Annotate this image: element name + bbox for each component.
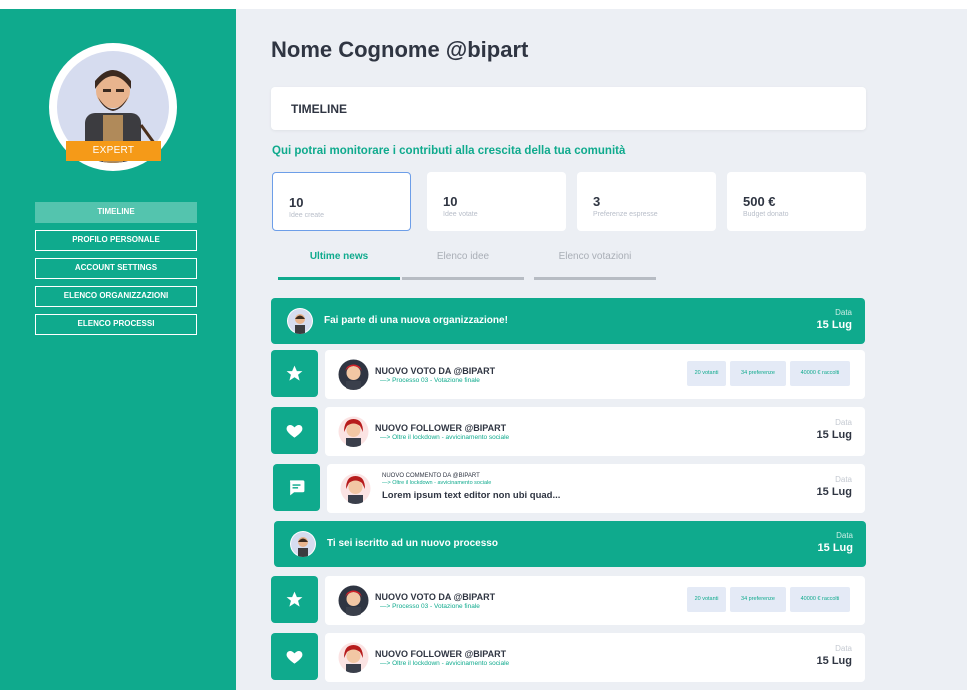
item-subtitle: —> Oltre il lockdown - avvicinamento soc…: [380, 434, 510, 441]
comment-body: Lorem ipsum text editor non ubi quad...: [382, 490, 561, 501]
date-label: Data: [836, 531, 853, 540]
avatar-icon: [290, 531, 316, 557]
stat-card-idee-votate[interactable]: 10 Idee votate: [427, 172, 566, 231]
tab-label: Elenco votazioni: [558, 251, 632, 262]
avatar-icon: [338, 416, 369, 447]
tab-underline: [534, 277, 656, 280]
tab-label: Elenco idee: [436, 251, 490, 262]
date-value: 15 Lug: [816, 319, 852, 331]
heart-icon: [286, 650, 303, 664]
stat-value: 3: [593, 194, 601, 209]
date-value: 15 Lug: [817, 542, 853, 554]
stat-card-preferenze-espresse[interactable]: 3 Preferenze espresse: [577, 172, 716, 231]
expert-badge: EXPERT: [66, 141, 161, 161]
item-title: NUOVO VOTO DA @BIPART: [375, 366, 496, 376]
sidebar-item-account-settings[interactable]: ACCOUNT SETTINGS: [35, 258, 197, 279]
item-title: NUOVO FOLLOWER @BIPART: [375, 649, 507, 659]
feed-item-comment[interactable]: NUOVO COMMENTO DA @BIPART —> Oltre il lo…: [327, 464, 865, 513]
feed-item-follower[interactable]: NUOVO FOLLOWER @BIPART —> Oltre il lockd…: [325, 407, 865, 456]
avatar-icon: [338, 359, 369, 390]
feed-item-vote[interactable]: NUOVO VOTO DA @BIPART —> Processo 03 - V…: [325, 576, 865, 625]
sidebar-item-elenco-organizzazioni[interactable]: ELENCO ORGANIZZAZIONI: [35, 286, 197, 307]
item-subtitle: —> Oltre il lockdown - avvicinamento soc…: [380, 660, 510, 667]
tab-elenco-votazioni[interactable]: Elenco votazioni: [534, 250, 656, 280]
tab-ultime-news[interactable]: Ultime news: [278, 250, 400, 280]
page-subtitle: Qui potrai monitorare i contributi alla …: [272, 145, 626, 157]
feed-banner-organizzazione[interactable]: Fai parte di una nuova organizzazione! D…: [271, 298, 865, 344]
stat-card-budget-donato[interactable]: 500 € Budget donato: [727, 172, 866, 231]
tab-underline: [278, 277, 400, 280]
avatar-icon: [340, 473, 371, 504]
timeline-header-label: TIMELINE: [291, 102, 347, 116]
chip-raccolti: 40000 € raccolti: [790, 587, 850, 612]
tab-elenco-idee[interactable]: Elenco idee: [402, 250, 524, 280]
star-icon-box: [271, 576, 318, 623]
stat-value: 10: [443, 194, 458, 209]
feed-banner-processo[interactable]: Ti sei iscritto ad un nuovo processo Dat…: [274, 521, 866, 567]
star-icon-box: [271, 350, 318, 397]
stat-value: 500 €: [743, 194, 776, 209]
stat-card-idee-create[interactable]: 10 Idee create: [272, 172, 411, 231]
avatar-icon: [338, 642, 369, 673]
sidebar-item-profilo-personale[interactable]: PROFILO PERSONALE: [35, 230, 197, 251]
timeline-header-card: TIMELINE: [271, 87, 866, 130]
item-title: NUOVO FOLLOWER @BIPART: [375, 423, 507, 433]
star-icon: [286, 365, 303, 381]
stat-label: Idee create: [289, 212, 325, 219]
star-icon: [286, 591, 303, 607]
date-value: 15 Lug: [816, 655, 852, 667]
chip-votanti: 20 votanti: [687, 587, 726, 612]
sidebar-item-elenco-processi[interactable]: ELENCO PROCESSI: [35, 314, 197, 335]
heart-icon-box: [271, 407, 318, 454]
heart-icon: [286, 424, 303, 438]
tab-underline: [402, 277, 524, 280]
item-subtitle: —> Processo 03 - Votazione finale: [380, 377, 480, 384]
banner-text: Ti sei iscritto ad un nuovo processo: [327, 538, 498, 549]
date-label: Data: [835, 475, 852, 484]
avatar-icon: [338, 585, 369, 616]
chip-raccolti: 40000 € raccolti: [790, 361, 850, 386]
banner-text: Fai parte di una nuova organizzazione!: [324, 315, 508, 326]
stat-label: Budget donato: [743, 211, 789, 218]
heart-icon-box: [271, 633, 318, 680]
comment-icon: [289, 480, 305, 496]
avatar-icon: [287, 308, 313, 334]
main-content: Nome Cognome @bipart TIMELINE Qui potrai…: [236, 9, 967, 690]
feed-item-follower[interactable]: NUOVO FOLLOWER @BIPART —> Oltre il lockd…: [325, 633, 865, 682]
top-strip: [0, 0, 967, 9]
item-subtitle: —> Oltre il lockdown - avvicinamento soc…: [382, 480, 492, 486]
item-title: NUOVO VOTO DA @BIPART: [375, 592, 496, 602]
sidebar: EXPERT TIMELINE PROFILO PERSONALE ACCOUN…: [0, 9, 236, 690]
item-title: NUOVO COMMENTO DA @BIPART: [382, 473, 480, 479]
feed-item-vote[interactable]: NUOVO VOTO DA @BIPART —> Processo 03 - V…: [325, 350, 865, 399]
date-value: 15 Lug: [816, 486, 852, 498]
page-title: Nome Cognome @bipart: [271, 37, 529, 62]
chip-preferenze: 34 preferenze: [730, 587, 786, 612]
stat-label: Idee votate: [443, 211, 478, 218]
sidebar-item-timeline[interactable]: TIMELINE: [35, 202, 197, 223]
chip-votanti: 20 votanti: [687, 361, 726, 386]
item-subtitle: —> Processo 03 - Votazione finale: [380, 603, 480, 610]
comment-icon-box: [273, 464, 320, 511]
date-value: 15 Lug: [816, 429, 852, 441]
stat-label: Preferenze espresse: [593, 211, 658, 218]
date-label: Data: [835, 418, 852, 427]
date-label: Data: [835, 308, 852, 317]
tab-label: Ultime news: [309, 251, 369, 262]
date-label: Data: [835, 644, 852, 653]
stat-value: 10: [289, 195, 304, 210]
chip-preferenze: 34 preferenze: [730, 361, 786, 386]
